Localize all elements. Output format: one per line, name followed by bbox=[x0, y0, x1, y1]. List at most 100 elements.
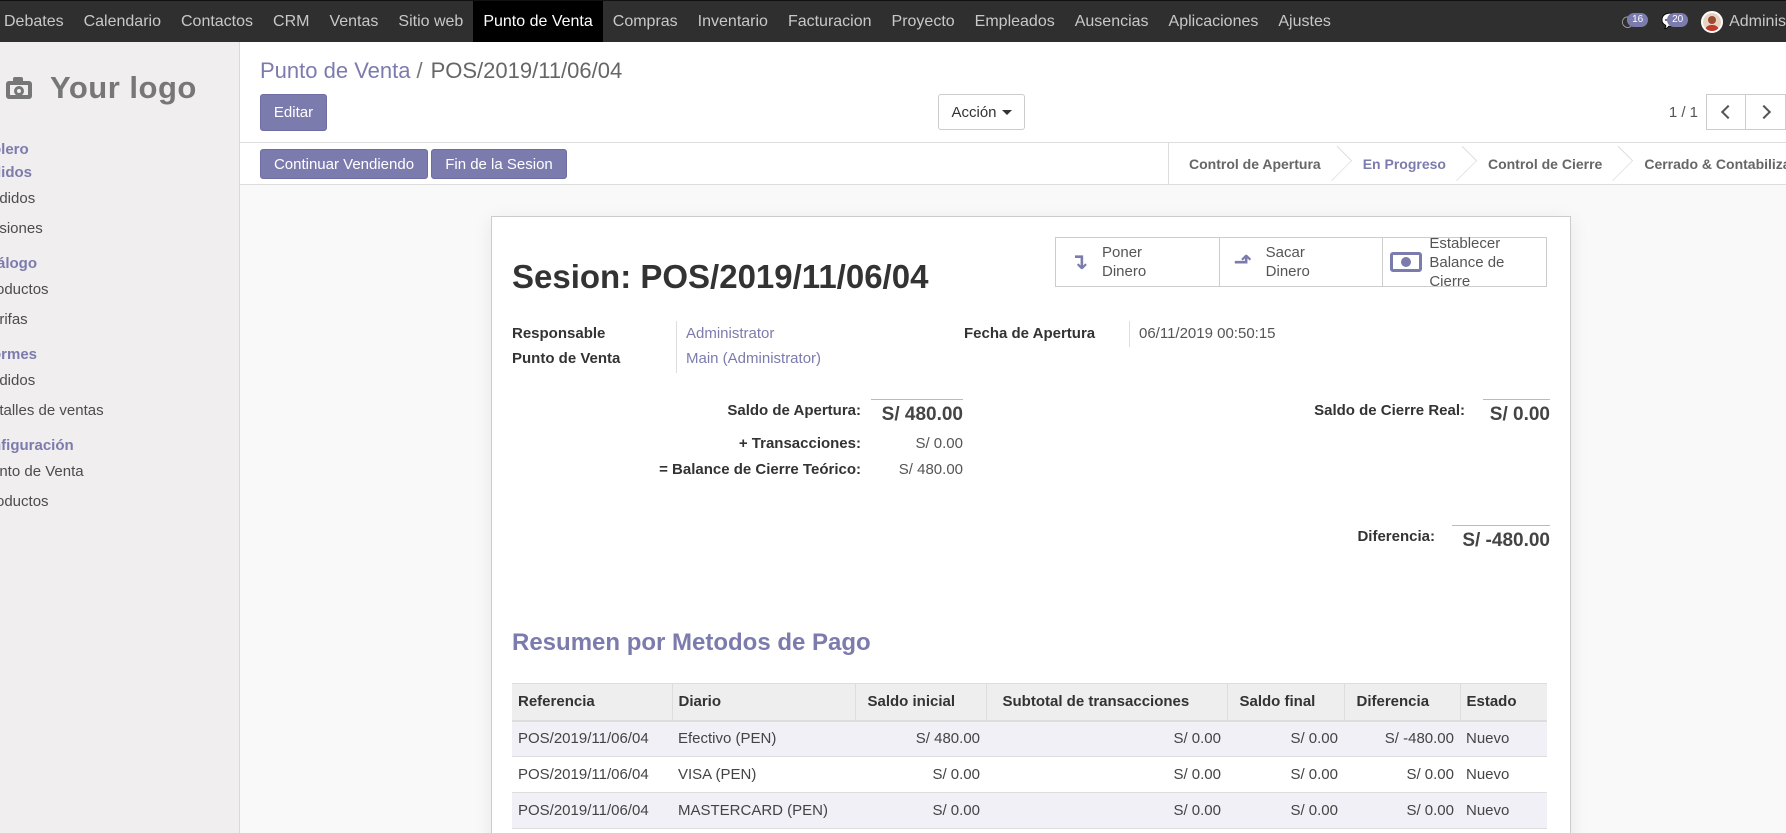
sidebar-item-informe-pedidos[interactable]: edidos bbox=[0, 366, 240, 396]
take-money-button[interactable]: ⬏ Sacar Dinero bbox=[1219, 238, 1384, 286]
end-session-button[interactable]: Fin de la Sesion bbox=[431, 149, 567, 179]
menu-item-proyecto[interactable]: Proyecto bbox=[882, 1, 965, 42]
column-header-state[interactable]: Estado bbox=[1460, 683, 1547, 722]
column-header-reference[interactable]: Referencia bbox=[512, 683, 673, 722]
menu-item-punto-de-venta[interactable]: Punto de Venta bbox=[473, 1, 603, 42]
menu-item-contactos[interactable]: Contactos bbox=[171, 1, 263, 42]
menu-item-debates[interactable]: Debates bbox=[0, 1, 74, 42]
cell-journal: MASTERCARD (PEN) bbox=[672, 792, 855, 829]
column-header-subtotal[interactable]: Subtotal de transacciones bbox=[986, 683, 1228, 722]
action-dropdown-button[interactable]: Acción bbox=[938, 94, 1025, 130]
menu-item-sitio-web[interactable]: Sitio web bbox=[388, 1, 473, 42]
sidebar-group-catalogo[interactable]: tálogo bbox=[0, 252, 240, 275]
user-name: Adminis bbox=[1729, 12, 1786, 30]
table-header-row: Referencia Diario Saldo inicial Subtotal… bbox=[512, 683, 1547, 722]
menu-item-ajustes[interactable]: Ajustes bbox=[1268, 1, 1340, 42]
cell-difference: S/ -480.00 bbox=[1344, 720, 1460, 757]
menu-item-calendario[interactable]: Calendario bbox=[74, 1, 171, 42]
user-menu[interactable]: Adminis bbox=[1701, 10, 1786, 33]
cell-final: S/ 0.00 bbox=[1227, 756, 1344, 793]
pos-link[interactable]: Main (Administrator) bbox=[686, 350, 821, 367]
messaging-menu[interactable]: 💬 20 bbox=[1661, 12, 1689, 32]
difference-label: Diferencia: bbox=[1357, 528, 1435, 545]
activity-menu[interactable]: ◷ 16 bbox=[1621, 12, 1649, 32]
form-sheet: Sesion: POS/2019/11/06/04 ↴ Poner Dinero… bbox=[491, 216, 1571, 833]
table-row[interactable]: POS/2019/11/06/04 MASTERCARD (PEN) S/ 0.… bbox=[512, 792, 1547, 829]
menu-item-crm[interactable]: CRM bbox=[263, 1, 319, 42]
sidebar-group-tablero[interactable]: olero bbox=[0, 138, 240, 161]
stage-in-progress: En Progreso bbox=[1343, 143, 1468, 185]
chevron-right-icon bbox=[1756, 104, 1771, 120]
sidebar-item-config-productos[interactable]: roductos bbox=[0, 487, 240, 517]
cell-subtotal: S/ 0.00 bbox=[986, 720, 1227, 757]
stage-closing-control: Control de Cierre bbox=[1468, 143, 1624, 185]
pager: 1 / 1 bbox=[1669, 94, 1786, 130]
sidebar-group-informes[interactable]: ormes bbox=[0, 343, 240, 366]
cell-final: S/ 0.00 bbox=[1227, 792, 1344, 829]
session-title: Sesion: POS/2019/11/06/04 bbox=[512, 258, 929, 295]
continue-selling-button[interactable]: Continuar Vendiendo bbox=[260, 149, 428, 179]
put-money-label: Poner Dinero bbox=[1102, 244, 1147, 280]
avatar bbox=[1701, 10, 1724, 33]
caret-down-icon bbox=[1001, 109, 1012, 115]
camera-icon bbox=[6, 77, 36, 99]
column-header-opening[interactable]: Saldo inicial bbox=[855, 683, 987, 722]
real-closing-balance-value: S/ 0.00 bbox=[1483, 399, 1550, 426]
menu-item-aplicaciones[interactable]: Aplicaciones bbox=[1159, 1, 1269, 42]
menu-item-ventas[interactable]: Ventas bbox=[319, 1, 388, 42]
breadcrumb-current: POS/2019/11/06/04 bbox=[430, 58, 623, 83]
theoretical-balance-value: S/ 480.00 bbox=[898, 461, 963, 478]
cell-opening: S/ 0.00 bbox=[855, 756, 986, 793]
transactions-value: S/ 0.00 bbox=[915, 435, 963, 452]
edit-button[interactable]: Editar bbox=[260, 94, 327, 131]
pos-label: Punto de Venta bbox=[512, 350, 621, 367]
company-logo[interactable]: Your logo bbox=[0, 68, 197, 108]
sidebar-item-punto-de-venta[interactable]: unto de Venta bbox=[0, 457, 240, 487]
table-row[interactable]: POS/2019/11/06/04 Efectivo (PEN) S/ 480.… bbox=[512, 720, 1547, 757]
cell-difference: S/ 0.00 bbox=[1344, 756, 1460, 793]
set-closing-balance-button[interactable]: Establecer Balance de Cierre bbox=[1383, 235, 1547, 290]
menu-item-facturacion[interactable]: Facturacion bbox=[778, 1, 882, 42]
action-label: Acción bbox=[951, 103, 997, 121]
breadcrumb-parent-link[interactable]: Punto de Venta bbox=[260, 58, 410, 84]
column-header-journal[interactable]: Diario bbox=[672, 683, 856, 722]
status-stages: Control de Apertura En Progreso Control … bbox=[1168, 143, 1786, 185]
field-divider bbox=[676, 321, 677, 373]
opening-date-label: Fecha de Apertura bbox=[964, 325, 1096, 342]
arrow-up-icon: ⬏ bbox=[1233, 249, 1252, 274]
menu-item-inventario[interactable]: Inventario bbox=[688, 1, 778, 42]
sidebar-item-sesiones[interactable]: esiones bbox=[0, 214, 240, 244]
sidebar-item-productos[interactable]: roductos bbox=[0, 275, 240, 305]
cell-subtotal: S/ 0.00 bbox=[986, 792, 1227, 829]
sidebar-item-detalles-ventas[interactable]: etalles de ventas bbox=[0, 396, 240, 426]
put-money-button[interactable]: ↴ Poner Dinero bbox=[1056, 238, 1220, 286]
message-counter: 20 bbox=[1667, 12, 1689, 27]
cell-state: Nuevo bbox=[1460, 720, 1547, 757]
column-header-final[interactable]: Saldo final bbox=[1227, 683, 1345, 722]
column-header-difference[interactable]: Diferencia bbox=[1344, 683, 1461, 722]
main-navbar: Debates Calendario Contactos CRM Ventas … bbox=[0, 0, 1786, 42]
table-row[interactable]: POS/2019/11/06/04 VISA (PEN) S/ 0.00 S/ … bbox=[512, 756, 1547, 793]
pager-value[interactable]: 1 / 1 bbox=[1669, 104, 1698, 121]
menu-item-ausencias[interactable]: Ausencias bbox=[1065, 1, 1159, 42]
responsible-label: Responsable bbox=[512, 325, 606, 342]
sidebar-group-configuracion[interactable]: nfiguración bbox=[0, 434, 240, 457]
real-closing-balance-label: Saldo de Cierre Real: bbox=[1314, 402, 1465, 419]
pager-next-button[interactable] bbox=[1746, 94, 1786, 130]
stage-opening-control: Control de Apertura bbox=[1169, 143, 1343, 185]
responsible-link[interactable]: Administrator bbox=[686, 325, 774, 342]
sidebar-item-tarifas[interactable]: arifas bbox=[0, 305, 240, 335]
pager-previous-button[interactable] bbox=[1706, 94, 1746, 130]
sidebar-group-pedidos[interactable]: didos bbox=[0, 161, 240, 184]
menu-item-compras[interactable]: Compras bbox=[603, 1, 688, 42]
take-money-label: Sacar Dinero bbox=[1265, 244, 1310, 280]
chevron-left-icon bbox=[1720, 104, 1736, 120]
sidebar-item-pedidos[interactable]: edidos bbox=[0, 184, 240, 214]
activity-counter: 16 bbox=[1627, 12, 1649, 27]
menu-item-empleados[interactable]: Empleados bbox=[965, 1, 1065, 42]
stage-closed-posted: Cerrado & Contabilizado bbox=[1644, 156, 1786, 172]
form-content: Sesion: POS/2019/11/06/04 ↴ Poner Dinero… bbox=[240, 185, 1786, 833]
app-menu: Debates Calendario Contactos CRM Ventas … bbox=[0, 1, 1341, 42]
sidebar: Your logo olero didos edidos esiones tál… bbox=[0, 42, 240, 833]
opening-balance-label: Saldo de Apertura: bbox=[727, 402, 861, 419]
